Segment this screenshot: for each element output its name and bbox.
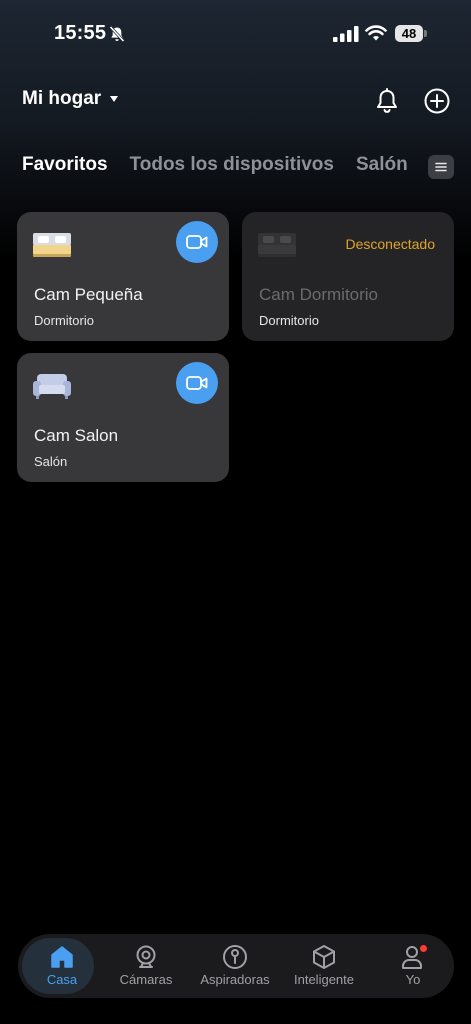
nav-inteligente[interactable]: Inteligente <box>280 934 368 998</box>
device-room: Salón <box>34 454 68 469</box>
bottom-navigation: Casa Cámaras Aspiradoras Inteligente Yo <box>18 934 454 998</box>
cube-icon <box>313 945 335 969</box>
bed-icon <box>33 233 71 257</box>
nav-aspiradoras[interactable]: Aspiradoras <box>191 934 279 998</box>
bell-icon[interactable] <box>375 88 399 114</box>
device-card-cam-salon[interactable]: Cam Salon Salón <box>17 353 229 482</box>
battery-level: 48 <box>395 25 423 42</box>
home-selector[interactable]: Mi hogar <box>22 88 119 110</box>
add-device-icon[interactable] <box>424 88 450 114</box>
sofa-icon <box>33 374 71 399</box>
offline-status: Desconectado <box>345 236 435 252</box>
device-name: Cam Pequeña <box>34 285 143 304</box>
tab-salon[interactable]: Salón <box>356 154 408 176</box>
nav-label: Aspiradoras <box>200 972 270 987</box>
camera-live-button[interactable] <box>176 362 218 404</box>
nav-label: Inteligente <box>294 972 354 987</box>
status-time: 15:55 <box>54 22 107 44</box>
nav-label: Cámaras <box>119 972 173 987</box>
room-tabs: Favoritos Todos los dispositivos Salón <box>22 154 414 184</box>
home-icon <box>51 946 73 968</box>
home-title: Mi hogar <box>22 88 102 109</box>
device-room: Dormitorio <box>259 313 319 328</box>
nav-yo[interactable]: Yo <box>369 934 457 998</box>
notification-dot <box>420 945 427 952</box>
bed-icon <box>258 233 296 257</box>
tab-favoritos[interactable]: Favoritos <box>22 154 108 176</box>
device-card-cam-pequena[interactable]: Cam Pequeña Dormitorio <box>17 212 229 341</box>
app-screen: 15:55 48 Mi hogar Favoritos Todos los di… <box>0 0 471 1024</box>
nav-casa[interactable]: Casa <box>18 934 106 998</box>
device-name: Cam Salon <box>34 426 119 445</box>
tab-todos-los-dispositivos[interactable]: Todos los dispositivos <box>130 154 334 176</box>
device-name: Cam Dormitorio <box>259 285 379 304</box>
video-camera-icon <box>186 235 208 249</box>
nav-label: Yo <box>405 972 421 987</box>
video-camera-icon <box>186 376 208 390</box>
tabs-menu-button[interactable] <box>428 155 454 179</box>
menu-icon <box>435 162 447 172</box>
device-room: Dormitorio <box>34 313 94 328</box>
status-bar: 15:55 48 <box>0 0 471 70</box>
vacuum-icon <box>223 945 247 969</box>
cellular-signal-icon <box>333 26 359 42</box>
webcam-icon <box>136 945 156 968</box>
camera-live-button[interactable] <box>176 221 218 263</box>
bell-muted-icon <box>109 25 125 43</box>
wifi-icon <box>365 25 387 41</box>
device-card-cam-dormitorio[interactable]: Desconectado Cam Dormitorio Dormitorio <box>242 212 454 341</box>
nav-camaras[interactable]: Cámaras <box>102 934 190 998</box>
caret-down-icon <box>110 96 119 102</box>
battery-icon: 48 <box>395 25 427 42</box>
nav-label: Casa <box>46 972 78 987</box>
